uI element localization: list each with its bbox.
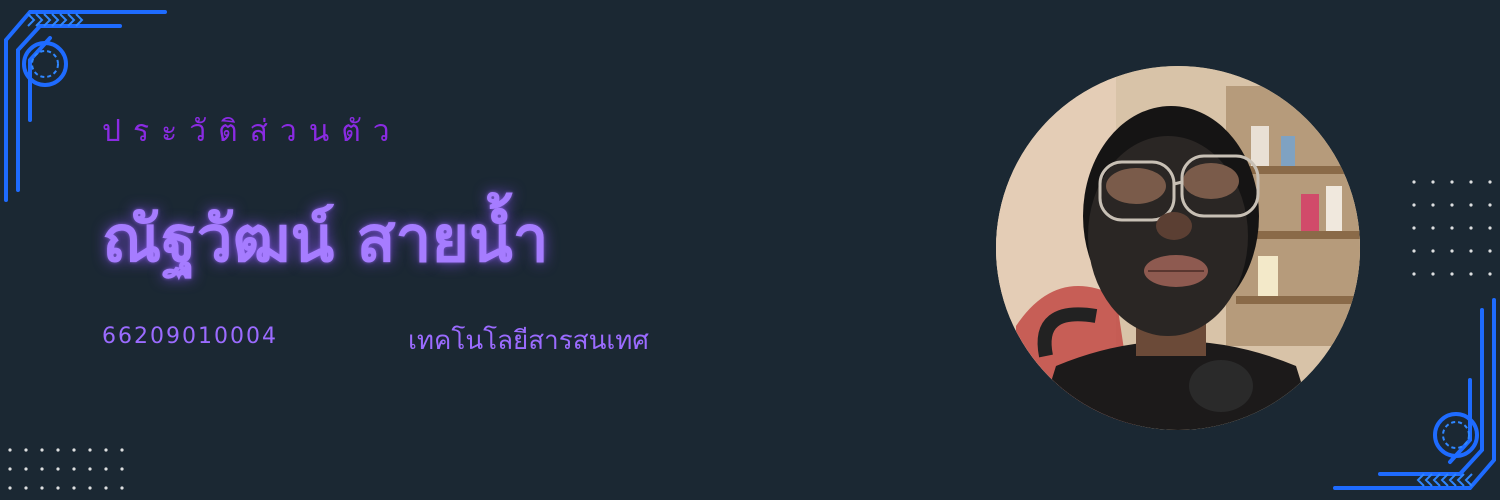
circuit-corner-bottom-right-icon bbox=[1333, 298, 1496, 490]
dot-grid-bottom-left-icon bbox=[8, 448, 124, 490]
profile-photo-illustration bbox=[996, 66, 1360, 430]
profile-photo bbox=[996, 66, 1360, 430]
section-title: ประวัติส่วนตัว bbox=[102, 114, 402, 149]
dot-grid-right-icon bbox=[1412, 180, 1492, 276]
person-name: ณัฐวัฒน์ สายน้ำ bbox=[102, 203, 549, 277]
profile-banner: ประวัติส่วนตัว ณัฐวัฒน์ สายน้ำ 662090100… bbox=[0, 0, 1500, 500]
student-id: 66209010004 bbox=[102, 324, 278, 349]
circuit-corner-top-left-icon bbox=[3, 10, 167, 202]
major-label: เทคโนโลยีสารสนเทศ bbox=[408, 326, 649, 356]
